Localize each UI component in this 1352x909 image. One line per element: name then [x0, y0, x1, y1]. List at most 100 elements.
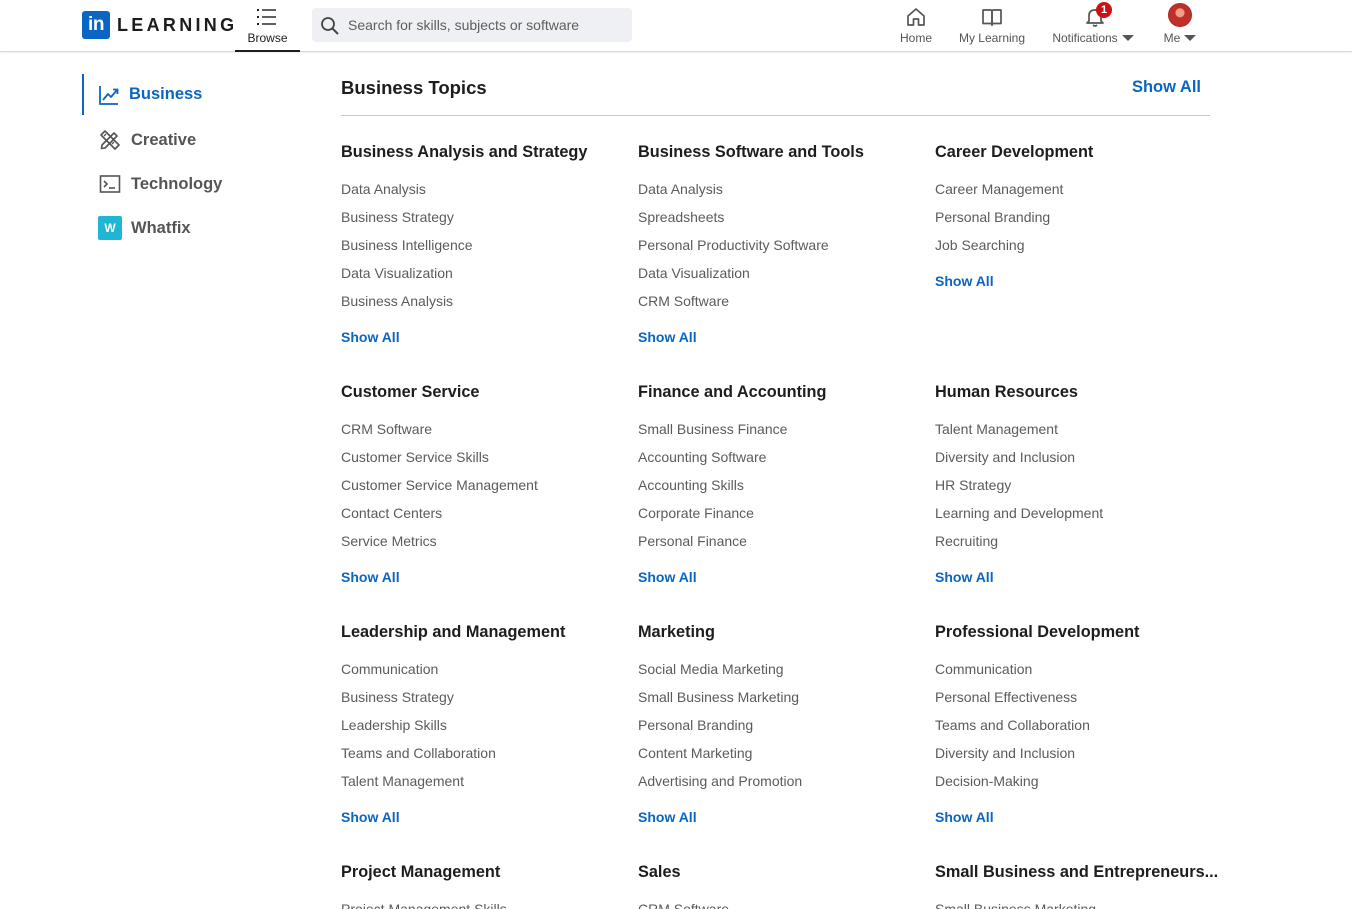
topic-link[interactable]: Talent Management: [341, 772, 626, 800]
topic-link[interactable]: Content Marketing: [638, 744, 923, 772]
show-all-topics-link[interactable]: Show All: [1132, 78, 1201, 97]
pencil-ruler-icon: [100, 130, 120, 150]
nav-notifications[interactable]: 1 Notifications: [1045, 0, 1141, 52]
category-title[interactable]: Career Development: [935, 142, 1220, 164]
topic-link[interactable]: Data Analysis: [341, 180, 626, 208]
topic-link[interactable]: Job Searching: [935, 236, 1220, 264]
topic-link[interactable]: Learning and Development: [935, 504, 1220, 532]
topic-link[interactable]: Personal Effectiveness: [935, 688, 1220, 716]
topic-link[interactable]: Customer Service Management: [341, 476, 626, 504]
category-title[interactable]: Business Analysis and Strategy: [341, 142, 626, 164]
category-show-all-link[interactable]: Show All: [935, 272, 1220, 290]
topic-link[interactable]: HR Strategy: [935, 476, 1220, 504]
category-show-all-link[interactable]: Show All: [341, 328, 626, 346]
topic-link[interactable]: CRM Software: [638, 900, 923, 909]
logo-text: LEARNING: [117, 14, 238, 35]
topic-link[interactable]: Data Visualization: [341, 264, 626, 292]
topic-link[interactable]: Personal Branding: [935, 208, 1220, 236]
category-card: Business Analysis and Strategy Data Analy…: [341, 142, 626, 346]
category-card: Sales CRM Software: [638, 862, 923, 909]
topic-link[interactable]: Teams and Collaboration: [341, 744, 626, 772]
sidebar-item-whatfix[interactable]: W Whatfix: [82, 206, 282, 250]
nav-my-learning[interactable]: My Learning: [950, 0, 1034, 52]
category-title[interactable]: Business Software and Tools: [638, 142, 923, 164]
category-title[interactable]: Customer Service: [341, 382, 626, 404]
topic-link[interactable]: Decision-Making: [935, 772, 1220, 800]
category-show-all-link[interactable]: Show All: [341, 568, 626, 586]
sidebar-item-technology[interactable]: Technology: [82, 162, 282, 206]
sidebar-item-business[interactable]: Business: [82, 74, 282, 115]
topics-panel: Business Topics Show All Business Analys…: [341, 70, 1218, 909]
nav-me[interactable]: Me: [1158, 0, 1202, 52]
category-show-all-link[interactable]: Show All: [638, 568, 923, 586]
topic-list: CRM Software Customer Service Skills Custo…: [341, 420, 626, 560]
topic-link[interactable]: Communication: [341, 660, 626, 688]
topic-link[interactable]: Diversity and Inclusion: [935, 448, 1220, 476]
topic-link[interactable]: Small Business Finance: [638, 420, 923, 448]
category-show-all-link[interactable]: Show All: [935, 808, 1220, 826]
topic-link[interactable]: Service Metrics: [341, 532, 626, 560]
linkedin-in-icon: in: [82, 11, 110, 39]
topic-link[interactable]: Project Management Skills: [341, 900, 626, 909]
category-title[interactable]: Marketing: [638, 622, 923, 644]
category-title[interactable]: Small Business and Entrepreneurs...: [935, 862, 1220, 884]
nav-my-learning-label: My Learning: [958, 31, 1026, 45]
topic-link[interactable]: Personal Productivity Software: [638, 236, 923, 264]
sidebar-item-creative[interactable]: Creative: [82, 118, 282, 162]
category-show-all-link[interactable]: Show All: [341, 808, 626, 826]
category-show-all-link[interactable]: Show All: [935, 568, 1220, 586]
topic-link[interactable]: Business Strategy: [341, 688, 626, 716]
topic-link[interactable]: Customer Service Skills: [341, 448, 626, 476]
topic-link[interactable]: Small Business Marketing: [638, 688, 923, 716]
notification-count-badge: 1: [1096, 2, 1112, 18]
avatar: [1168, 3, 1192, 27]
topic-link[interactable]: Personal Branding: [638, 716, 923, 744]
topic-link[interactable]: Corporate Finance: [638, 504, 923, 532]
nav-home[interactable]: Home: [893, 0, 939, 52]
nav-home-label: Home: [899, 31, 932, 45]
top-header: in LEARNING Browse Home My Learning: [0, 0, 1352, 52]
sidebar-item-label: Business: [129, 85, 203, 103]
category-card: Leadership and Management Communication Bu…: [341, 622, 626, 826]
topic-link[interactable]: Accounting Skills: [638, 476, 923, 504]
search-input[interactable]: [348, 8, 628, 42]
topic-link[interactable]: Small Business Marketing: [935, 900, 1220, 909]
topic-list: Career Management Personal Branding Job Se…: [935, 180, 1220, 264]
topic-link[interactable]: Social Media Marketing: [638, 660, 923, 688]
topic-link[interactable]: Personal Finance: [638, 532, 923, 560]
topic-link[interactable]: Communication: [935, 660, 1220, 688]
category-card: Business Software and Tools Data Analysis…: [638, 142, 923, 346]
topic-link[interactable]: Data Analysis: [638, 180, 923, 208]
search-box[interactable]: [312, 8, 632, 42]
topic-link[interactable]: CRM Software: [341, 420, 626, 448]
topic-link[interactable]: Business Intelligence: [341, 236, 626, 264]
topic-list: CRM Software: [638, 900, 923, 909]
topic-link[interactable]: Talent Management: [935, 420, 1220, 448]
topic-link[interactable]: Spreadsheets: [638, 208, 923, 236]
topic-link[interactable]: Data Visualization: [638, 264, 923, 292]
topic-link[interactable]: Contact Centers: [341, 504, 626, 532]
topic-link[interactable]: CRM Software: [638, 292, 923, 320]
topic-link[interactable]: Leadership Skills: [341, 716, 626, 744]
topic-link[interactable]: Career Management: [935, 180, 1220, 208]
category-title[interactable]: Professional Development: [935, 622, 1220, 644]
topics-header: Business Topics Show All: [341, 70, 1210, 116]
topic-link[interactable]: Teams and Collaboration: [935, 716, 1220, 744]
topic-link[interactable]: Business Analysis: [341, 292, 626, 320]
topic-link[interactable]: Recruiting: [935, 532, 1220, 560]
category-title[interactable]: Leadership and Management: [341, 622, 626, 644]
category-title[interactable]: Finance and Accounting: [638, 382, 923, 404]
category-show-all-link[interactable]: Show All: [638, 328, 923, 346]
category-title[interactable]: Sales: [638, 862, 923, 884]
topic-link[interactable]: Diversity and Inclusion: [935, 744, 1220, 772]
category-title[interactable]: Human Resources: [935, 382, 1220, 404]
category-title[interactable]: Project Management: [341, 862, 626, 884]
topic-link[interactable]: Accounting Software: [638, 448, 923, 476]
topic-link[interactable]: Business Strategy: [341, 208, 626, 236]
me-text: Me: [1163, 31, 1181, 45]
browse-button[interactable]: Browse: [235, 0, 300, 52]
category-card: Project Management Project Management Ski…: [341, 862, 626, 909]
topic-link[interactable]: Advertising and Promotion: [638, 772, 923, 800]
linkedin-learning-logo[interactable]: in LEARNING: [82, 11, 237, 39]
category-show-all-link[interactable]: Show All: [638, 808, 923, 826]
